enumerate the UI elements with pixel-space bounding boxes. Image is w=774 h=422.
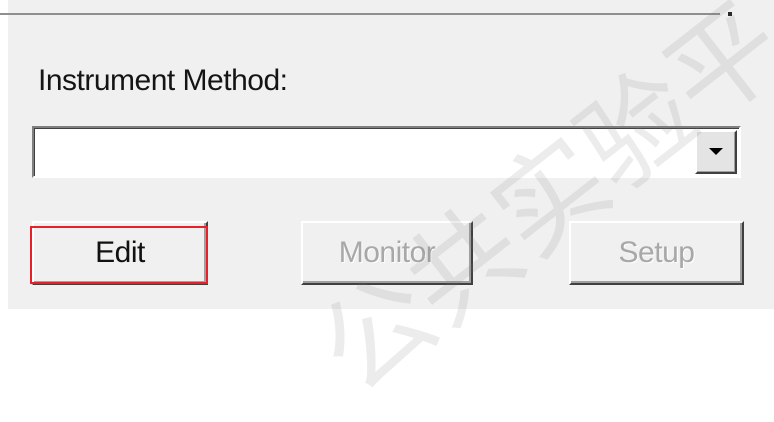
watermark-text: 公共实验平 [295, 0, 774, 418]
instrument-method-panel: Instrument Method: Edit Monitor Setup 公共… [0, 0, 774, 418]
dropdown-button[interactable] [695, 130, 737, 174]
monitor-button[interactable]: Monitor [301, 221, 473, 285]
left-edge [0, 0, 8, 309]
triangle-down-icon [709, 148, 723, 155]
setup-button[interactable]: Setup [569, 221, 744, 285]
instrument-method-label: Instrument Method: [38, 64, 288, 97]
top-divider [0, 13, 720, 15]
corner-mark [728, 12, 732, 16]
edit-button[interactable]: Edit [32, 221, 208, 285]
instrument-method-select[interactable] [32, 126, 741, 178]
